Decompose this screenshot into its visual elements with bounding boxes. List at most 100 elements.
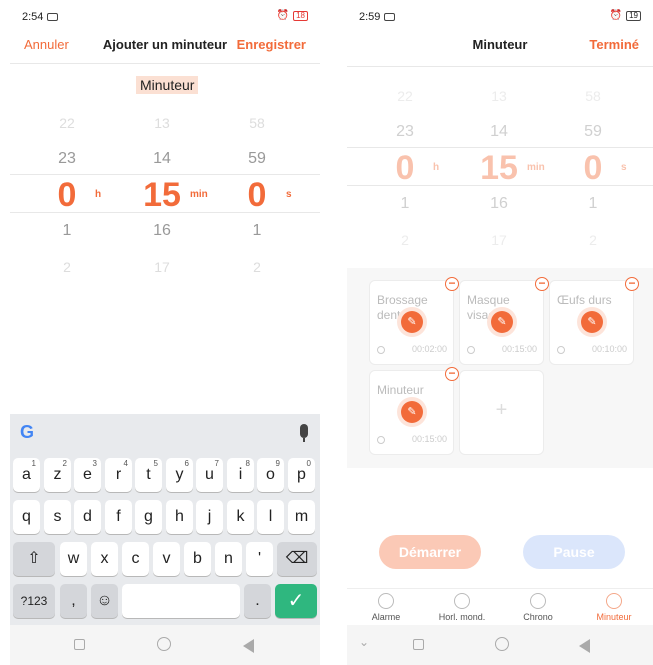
status-bar: 2:59 ⏰ 19 [347,8,653,24]
picker-value: 16 [153,222,171,239]
picker-value: 23 [396,123,414,140]
picker-value: 22 [397,88,413,104]
key[interactable]: 5t [135,458,162,492]
period-key[interactable]: . [244,584,271,618]
key[interactable]: b [184,542,211,576]
seconds-wheel[interactable]: 58 59 0 1 2 [563,78,623,258]
timer-name-input[interactable]: Minuteur [136,76,199,94]
picker-value: 59 [248,150,266,167]
picker-value: 58 [249,115,265,131]
key[interactable]: m [288,500,315,534]
tab-stopwatch[interactable]: Chrono [500,593,576,622]
backspace-key[interactable]: ⌫ [277,542,317,576]
comma-key[interactable]: , [60,584,87,618]
edit-icon[interactable]: ✎ [581,311,603,333]
preset-name: Œufs durs [557,293,612,307]
key[interactable]: l [257,500,284,534]
time-picker[interactable]: 22 23 0 1 2 h 13 14 15 16 17 min 58 59 0… [10,105,320,285]
key[interactable]: 1a [13,458,40,492]
shift-key[interactable]: ⇧ [13,542,55,576]
hours-wheel[interactable]: 22 23 0 1 2 [375,78,435,258]
key[interactable]: 6y [166,458,193,492]
recents-icon[interactable] [74,639,85,650]
key[interactable]: q [13,500,40,534]
clock-icon [467,346,475,354]
start-button[interactable]: Démarrer [379,535,481,569]
save-button[interactable]: Enregistrer [237,37,306,52]
preset-card[interactable]: Œufs durs ✎ 00:10:00 − [549,277,639,365]
key[interactable]: x [91,542,118,576]
picker-value: 13 [154,115,170,131]
home-icon[interactable] [495,637,509,651]
key[interactable]: 7u [196,458,223,492]
minutes-unit: min [527,162,545,173]
enter-key[interactable]: ✓ [275,584,317,618]
seconds-unit: s [286,189,292,200]
pause-button[interactable]: Pause [523,535,625,569]
done-button[interactable]: Terminé [589,37,639,52]
key[interactable]: 9o [257,458,284,492]
microphone-icon[interactable] [300,424,308,442]
key[interactable]: f [105,500,132,534]
seconds-wheel[interactable]: 58 59 0 1 2 [227,105,287,285]
remove-icon[interactable]: − [445,277,459,291]
remove-icon[interactable]: − [535,277,549,291]
key[interactable]: 4r [105,458,132,492]
minutes-wheel[interactable]: 13 14 15 16 17 [132,105,192,285]
keyboard-row-2: q s d f g h j k l m [13,500,317,534]
emoji-key[interactable]: ☺ [91,584,118,618]
key[interactable]: c [122,542,149,576]
selected-hours: 0 [395,149,415,187]
keyboard-row-4: ?123 , ☺ . ✓ [13,584,317,618]
edit-icon[interactable]: ✎ [401,401,423,423]
key[interactable]: g [135,500,162,534]
key[interactable]: w [60,542,87,576]
cancel-button[interactable]: Annuler [24,37,69,52]
hours-unit: h [95,189,102,200]
key[interactable]: 2z [44,458,71,492]
tab-alarm[interactable]: Alarme [348,593,424,622]
add-preset-button[interactable]: + [459,370,544,455]
timer-icon [606,593,622,609]
edit-icon[interactable]: ✎ [491,311,513,333]
key[interactable]: h [166,500,193,534]
preset-card[interactable]: Masque visage ✎ 00:15:00 − [459,277,549,365]
preset-card[interactable]: Minuteur ✎ 00:15:00 − [369,367,459,455]
system-nav-bar: ⌄ [347,625,653,665]
chevron-down-icon[interactable]: ⌄ [359,635,369,649]
hours-wheel[interactable]: 22 23 0 1 2 [37,105,97,285]
google-logo-icon[interactable]: G [20,422,34,443]
key[interactable]: 0p [288,458,315,492]
back-icon[interactable] [579,639,590,653]
selected-seconds: 0 [247,176,267,214]
preset-card[interactable]: Brossage dents ✎ 00:02:00 − [369,277,459,365]
key[interactable]: n [215,542,242,576]
minutes-wheel[interactable]: 13 14 15 16 17 [469,78,529,258]
symbols-key[interactable]: ?123 [13,584,55,618]
picker-value: 58 [585,88,601,104]
picker-value: 2 [401,232,409,248]
key[interactable]: 8i [227,458,254,492]
selected-seconds: 0 [583,149,603,187]
key[interactable]: 3e [74,458,101,492]
key[interactable]: v [153,542,180,576]
edit-icon[interactable]: ✎ [401,311,423,333]
remove-icon[interactable]: − [445,367,459,381]
divider [10,63,320,64]
preset-time: 00:02:00 [411,344,447,354]
key[interactable]: j [196,500,223,534]
picker-value: 1 [252,222,262,239]
tab-world-clock[interactable]: Horl. mond. [424,593,500,622]
tab-timer[interactable]: Minuteur [576,593,652,622]
time-picker[interactable]: 22 23 0 1 2 h 13 14 15 16 17 min 58 59 0… [347,78,653,258]
space-key[interactable] [122,584,240,618]
key[interactable]: s [44,500,71,534]
remove-icon[interactable]: − [625,277,639,291]
key[interactable]: k [227,500,254,534]
key[interactable]: ' [246,542,273,576]
preset-name: Minuteur [377,383,424,397]
recents-icon[interactable] [413,639,424,650]
key[interactable]: d [74,500,101,534]
back-icon[interactable] [243,639,254,653]
home-icon[interactable] [157,637,171,651]
